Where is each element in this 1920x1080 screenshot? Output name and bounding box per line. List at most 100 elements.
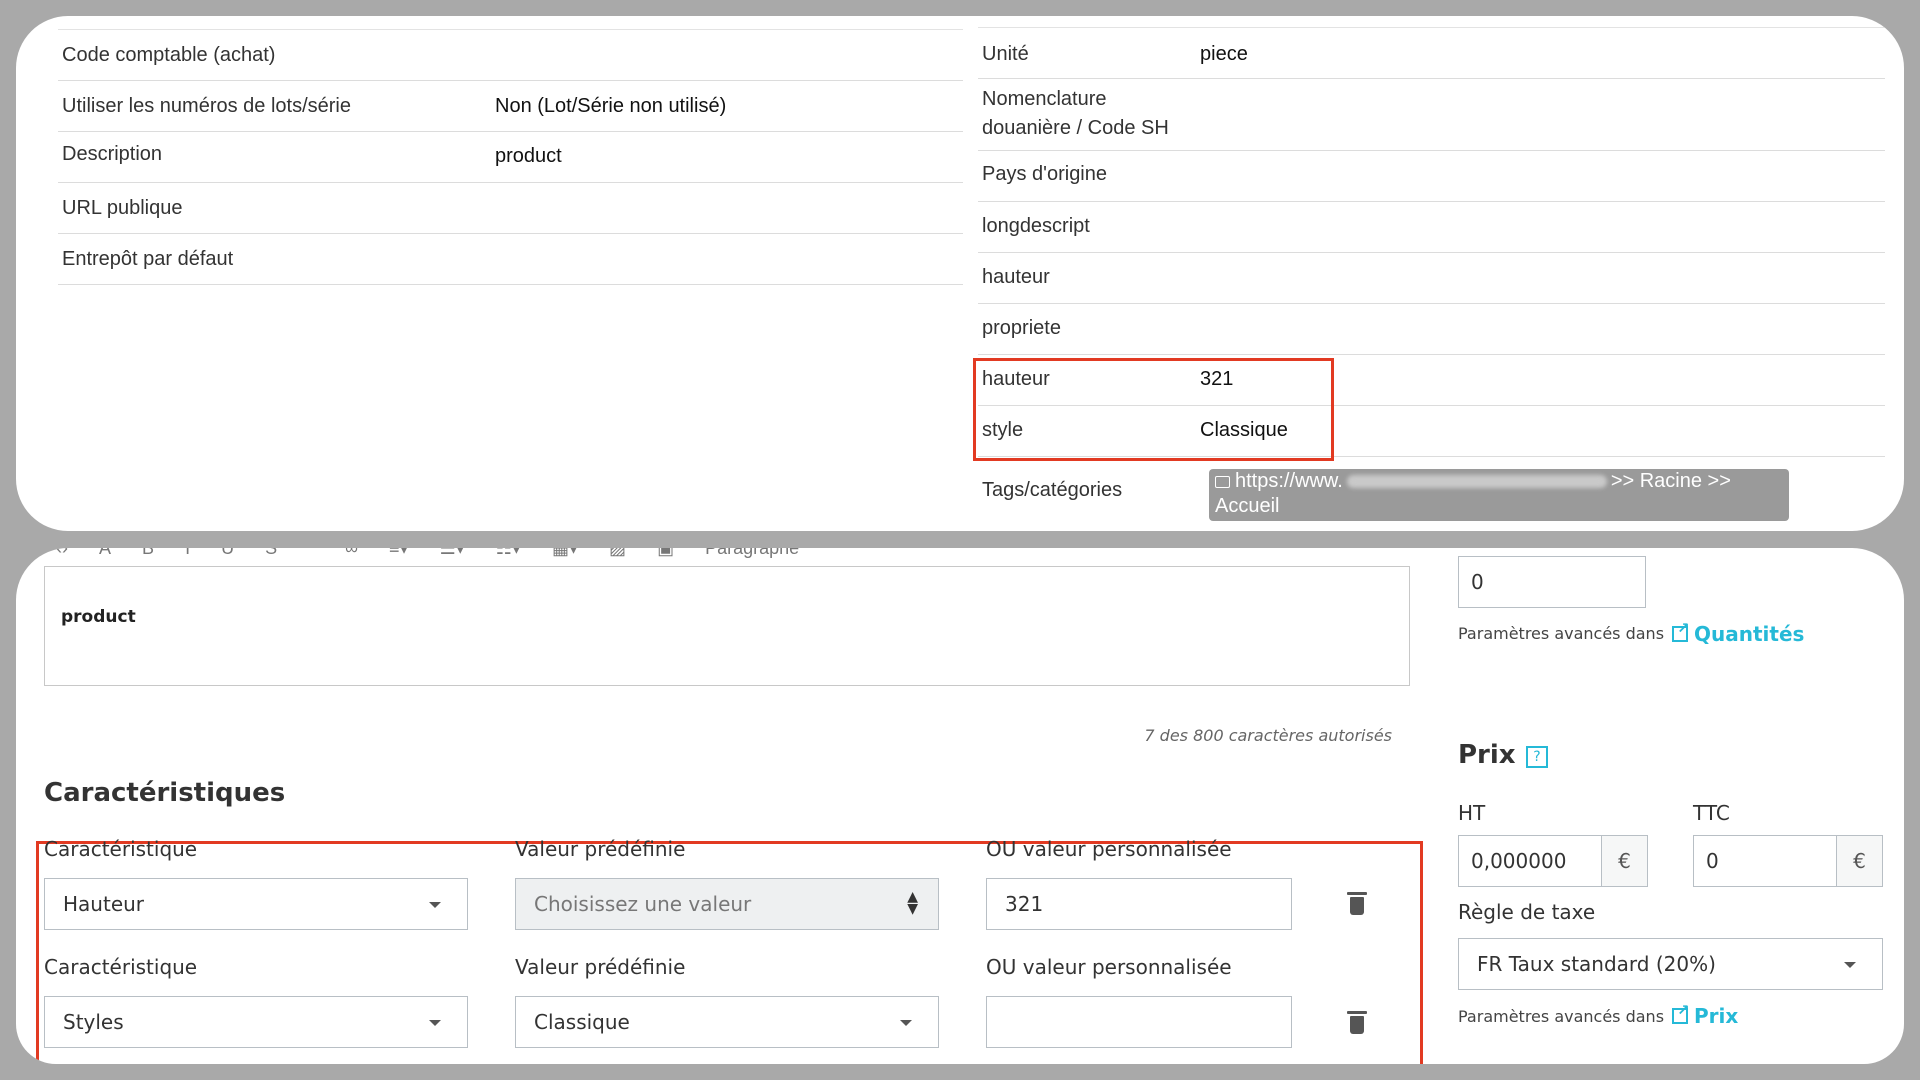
row-value: product <box>495 145 562 167</box>
quantity-input[interactable]: 0 <box>1458 556 1646 608</box>
feature-select[interactable]: Hauteur <box>44 878 468 930</box>
link-icon[interactable]: ∞ <box>345 548 358 559</box>
category-tag[interactable]: https://www. >> Racine >> Accueil <box>1209 469 1789 521</box>
row-label: Nomenclature douanière / Code SH <box>982 88 1169 139</box>
tag-path: >> Racine >> <box>1610 470 1731 492</box>
left-attributes-table: Code comptable (achat) Utiliser les numé… <box>58 29 963 285</box>
tax-rule-value: FR Taux standard (20%) <box>1477 952 1716 976</box>
external-link-icon <box>1672 619 1690 642</box>
highlight-frame <box>973 358 1334 461</box>
tag-url-prefix: https://www. <box>1235 470 1343 492</box>
table-row: Unité piece <box>978 28 1885 79</box>
help-icon[interactable]: ? <box>1526 746 1548 768</box>
redacted-text <box>1346 475 1607 488</box>
price-ttc-input[interactable]: 0 <box>1693 835 1837 887</box>
text-color-icon[interactable]: A <box>99 548 111 559</box>
custom-value-input[interactable]: 321 <box>986 878 1292 930</box>
quote-icon[interactable]: ” <box>308 548 314 559</box>
custom-value-label: OU valeur personnalisée <box>986 837 1232 861</box>
feature-select[interactable]: Styles <box>44 996 468 1048</box>
tag-category: Accueil <box>1215 495 1280 517</box>
quantity-value: 0 <box>1471 570 1484 594</box>
price-link[interactable]: Prix <box>1672 1001 1739 1028</box>
numbered-list-icon[interactable]: ☷▾ <box>496 548 521 559</box>
table-icon[interactable]: ▦▾ <box>552 548 578 559</box>
italic-icon[interactable]: I <box>185 548 190 559</box>
price-ht-value: 0,000000 <box>1471 849 1567 873</box>
chevron-down-icon <box>429 1020 441 1026</box>
sort-arrows-icon: ▲ ▼ <box>907 889 918 917</box>
editor-toolbar: ‹› A B I U S ” ∞ ≡▾ ☰▾ ☷▾ ▦▾ ▨ ▣ Paragra… <box>56 548 1066 566</box>
table-row: propriete <box>978 304 1885 355</box>
editor-content[interactable]: product <box>61 607 136 627</box>
custom-value-text: 321 <box>1005 892 1044 916</box>
predefined-select-value: Choisissez une valeur <box>534 892 752 916</box>
row-label: Entrepôt par défaut <box>62 248 234 270</box>
euro-addon: € <box>1837 835 1883 887</box>
bullet-list-icon[interactable]: ☰▾ <box>440 548 465 559</box>
feature-label: Caractéristique <box>44 955 198 979</box>
trash-icon[interactable] <box>1347 892 1367 915</box>
row-label: URL publique <box>62 197 183 219</box>
underline-icon[interactable]: U <box>221 548 234 559</box>
table-row: Pays d'origine <box>978 151 1885 202</box>
image-icon[interactable]: ▨ <box>609 548 626 559</box>
table-row: Description product <box>58 132 963 183</box>
row-label: hauteur <box>982 266 1050 288</box>
media-icon[interactable]: ▣ <box>657 548 674 559</box>
custom-value-label: OU valeur personnalisée <box>986 955 1232 979</box>
chevron-down-icon <box>429 902 441 908</box>
price-link-label: Prix <box>1694 1004 1739 1028</box>
price-title: Prix <box>1458 740 1516 770</box>
row-label: Pays d'origine <box>982 163 1107 185</box>
feature-select-value: Hauteur <box>63 892 145 916</box>
strike-icon[interactable]: S <box>265 548 277 559</box>
product-details-panel: Code comptable (achat) Utiliser les numé… <box>16 16 1904 531</box>
features-section-title: Caractéristiques <box>44 778 286 808</box>
predefined-select-value: Classique <box>534 1010 630 1034</box>
format-dropdown[interactable]: Paragraphe <box>705 548 799 559</box>
table-row: Entrepôt par défaut <box>58 234 963 285</box>
predefined-value-select[interactable]: Choisissez une valeur ▲ ▼ <box>515 878 939 930</box>
row-label: propriete <box>982 317 1061 339</box>
advanced-params-text: Paramètres avancés dans <box>1458 624 1665 643</box>
quantities-link-label: Quantités <box>1694 622 1805 646</box>
table-row: Code comptable (achat) <box>58 30 963 81</box>
ttc-label: TTC <box>1693 801 1730 825</box>
chevron-down-icon <box>1844 962 1856 968</box>
table-row: longdescript <box>978 202 1885 253</box>
align-icon[interactable]: ≡▾ <box>389 548 409 559</box>
ht-label: HT <box>1458 801 1486 825</box>
feature-select-value: Styles <box>63 1010 124 1034</box>
row-label: Code comptable (achat) <box>62 44 276 66</box>
description-editor[interactable]: product <box>44 566 1410 686</box>
quantities-link[interactable]: Quantités <box>1672 619 1805 646</box>
row-label: Unité <box>982 43 1029 65</box>
tax-rule-select[interactable]: FR Taux standard (20%) <box>1458 938 1883 990</box>
price-ht-input[interactable]: 0,000000 <box>1458 835 1602 887</box>
chevron-down-icon <box>900 1020 912 1026</box>
feature-label: Caractéristique <box>44 837 198 861</box>
table-row: Utiliser les numéros de lots/série Non (… <box>58 81 963 132</box>
custom-value-input[interactable] <box>986 996 1292 1048</box>
code-icon[interactable]: ‹› <box>56 548 68 559</box>
table-row: hauteur <box>978 253 1885 304</box>
char-counter: 7 des 800 caractères autorisés <box>1144 726 1392 745</box>
row-value: Non (Lot/Série non utilisé) <box>495 95 727 117</box>
trash-icon[interactable] <box>1347 1011 1367 1034</box>
predefined-label: Valeur prédéfinie <box>515 955 686 979</box>
folder-icon <box>1215 476 1230 488</box>
predefined-value-select[interactable]: Classique <box>515 996 939 1048</box>
tax-rule-label: Règle de taxe <box>1458 900 1596 924</box>
bold-icon[interactable]: B <box>142 548 154 559</box>
table-row: URL publique <box>58 183 963 234</box>
table-row: Nomenclature douanière / Code SH <box>978 79 1885 151</box>
predefined-label: Valeur prédéfinie <box>515 837 686 861</box>
row-value: piece <box>1200 43 1248 65</box>
external-link-icon <box>1672 1001 1690 1024</box>
advanced-params-text: Paramètres avancés dans <box>1458 1007 1665 1026</box>
product-edit-panel: ‹› A B I U S ” ∞ ≡▾ ☰▾ ☷▾ ▦▾ ▨ ▣ Paragra… <box>16 548 1904 1064</box>
tags-label: Tags/catégories <box>982 479 1123 501</box>
price-ttc-value: 0 <box>1706 849 1719 873</box>
row-label: longdescript <box>982 215 1090 237</box>
